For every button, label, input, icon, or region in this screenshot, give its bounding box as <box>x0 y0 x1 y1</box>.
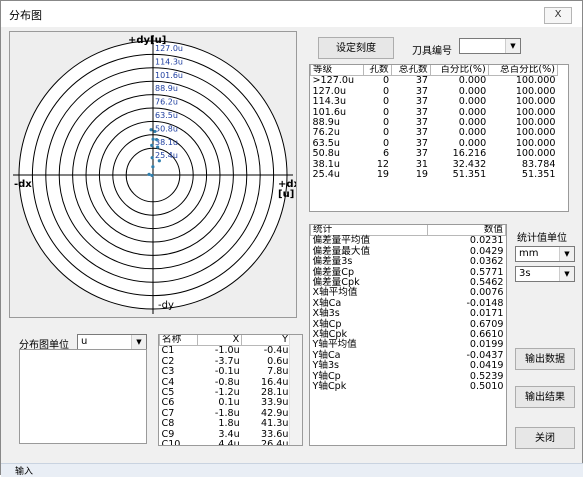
sigma-value: 3s <box>519 268 531 279</box>
grade-table: 等级 孔数 总孔数 百分比(%) 总百分比(%) >127.0u 0 37 0.000 100.… <box>310 65 559 181</box>
stat-unit-value: mm <box>519 248 539 259</box>
data-point-C2 <box>147 172 151 176</box>
grade-header-4[interactable]: 总百分比(%) <box>487 65 559 77</box>
ring-label-7: 38.1u <box>155 138 178 147</box>
ring-label-2: 101.6u <box>155 71 183 80</box>
export-result-button[interactable]: 输出结果 <box>515 386 575 408</box>
chevron-down-icon: ▼ <box>505 39 520 53</box>
data-point-C3 <box>151 165 155 169</box>
plot-unit-select[interactable]: u ▼ <box>77 334 147 350</box>
table-row[interactable]: Y轴Cpk 0.5010 <box>311 381 506 393</box>
ring-label-5: 63.5u <box>155 111 178 120</box>
data-point-C11 <box>157 159 161 163</box>
plot-list-box[interactable] <box>19 349 147 444</box>
distribution-plot: 127.0u 114.3u 101.6u 88.9u 76.2u 63.5u 50.8u 38… <box>9 31 297 318</box>
tool-no-select[interactable]: ▼ <box>459 38 521 54</box>
stats-header-1[interactable]: 数值 <box>427 225 506 237</box>
chevron-down-icon: ▼ <box>559 267 574 281</box>
stat-unit-label: 统计值单位 <box>517 233 567 244</box>
title-bar: 分布图 X <box>1 1 582 27</box>
grade-header-1[interactable]: 孔数 <box>362 65 392 77</box>
stat-unit-select[interactable]: mm ▼ <box>515 246 575 262</box>
stats-cell: Y轴Cpk <box>312 381 347 393</box>
ring-label-8: 25.4u <box>155 151 178 160</box>
set-scale-button[interactable]: 设定刻度 <box>318 37 394 59</box>
data-point-C6 <box>151 137 155 141</box>
tool-no-label: 刀具编号 <box>412 46 452 57</box>
stats-table-panel: 统计 数值 偏差量平均值 0.0231 偏差量最大值 0.0429 偏差量3s 0.0362… <box>309 224 507 446</box>
data-point-C4 <box>150 156 154 160</box>
points-cell: C10 <box>161 439 181 446</box>
data-point-C7 <box>149 128 153 132</box>
points-cell: 26.4u <box>261 439 289 446</box>
plot-unit-value: u <box>81 336 88 347</box>
grade-header-2[interactable]: 总孔数 <box>390 65 431 77</box>
grade-cell: 19 <box>376 169 390 181</box>
points-scrollbar[interactable] <box>289 335 302 445</box>
points-header-1[interactable]: X <box>196 335 243 347</box>
grade-header-3[interactable]: 百分比(%) <box>429 65 489 77</box>
ring-label-3: 88.9u <box>155 84 178 93</box>
x-pos-unit: [u] <box>278 189 294 200</box>
table-row[interactable]: 25.4u 19 19 51.351 51.351 <box>311 169 558 181</box>
stats-cell: 0.5010 <box>469 381 504 393</box>
table-row[interactable]: 50.8u 6 37 16.216 100.000 <box>311 148 558 159</box>
points-header-2[interactable]: Y <box>241 335 291 347</box>
grade-cell: 51.351 <box>452 169 487 181</box>
taskbar-label: 输入 <box>15 467 34 477</box>
y-neg-label: -dy <box>158 300 174 311</box>
grade-header-0[interactable]: 等级 <box>310 65 364 77</box>
grade-table-panel: 等级 孔数 总孔数 百分比(%) 总百分比(%) >127.0u 0 37 0.000 100.… <box>309 64 569 212</box>
data-point-C9 <box>154 137 159 142</box>
chevron-down-icon: ▼ <box>131 335 146 349</box>
close-window-button[interactable]: X <box>544 7 572 24</box>
ring-label-4: 76.2u <box>155 98 178 107</box>
points-header-0[interactable]: 名称 <box>159 335 198 347</box>
window-title: 分布图 <box>9 9 42 22</box>
ring-label-1: 114.3u <box>155 57 183 66</box>
table-row[interactable]: C10 4.4u 26.4u <box>160 439 291 446</box>
sigma-select[interactable]: 3s ▼ <box>515 266 575 282</box>
stats-table: 统计 数值 偏差量平均值 0.0231 偏差量最大值 0.0429 偏差量3s 0.0362… <box>310 225 506 393</box>
data-point-C10 <box>156 145 160 149</box>
x-neg-label: -dx <box>14 179 32 190</box>
grade-cell: 51.351 <box>521 169 556 181</box>
plot-canvas: 127.0u114.3u101.6u88.9u76.2u63.5u50.8u38… <box>13 35 296 314</box>
close-button[interactable]: 关闭 <box>515 427 575 449</box>
points-table: 名称 X Y C1 -1.0u -0.4u C2 -3.7u 0.6u C3 -0.1u 7.8u C… <box>159 335 291 446</box>
ring-label-6: 50.8u <box>155 124 178 133</box>
data-point-C8 <box>153 129 157 134</box>
chevron-down-icon: ▼ <box>559 247 574 261</box>
points-table-panel: 名称 X Y C1 -1.0u -0.4u C2 -3.7u 0.6u C3 -0.1u 7.8u C… <box>158 334 303 446</box>
y-pos-label: +dy[u] <box>128 35 166 46</box>
grade-cell: 25.4u <box>312 169 340 181</box>
distribution-window: 分布图 X 127.0u 114.3u 101.6u 88.9u 76.2u 63.5u 5… <box>0 0 583 477</box>
table-row[interactable]: 38.1u 12 31 32.432 83.784 <box>311 159 558 170</box>
export-data-button[interactable]: 输出数据 <box>515 348 575 370</box>
points-cell: 4.4u <box>218 439 240 446</box>
data-point-C1 <box>150 173 154 178</box>
grade-cell: 19 <box>415 169 429 181</box>
data-point-C5 <box>150 143 154 147</box>
